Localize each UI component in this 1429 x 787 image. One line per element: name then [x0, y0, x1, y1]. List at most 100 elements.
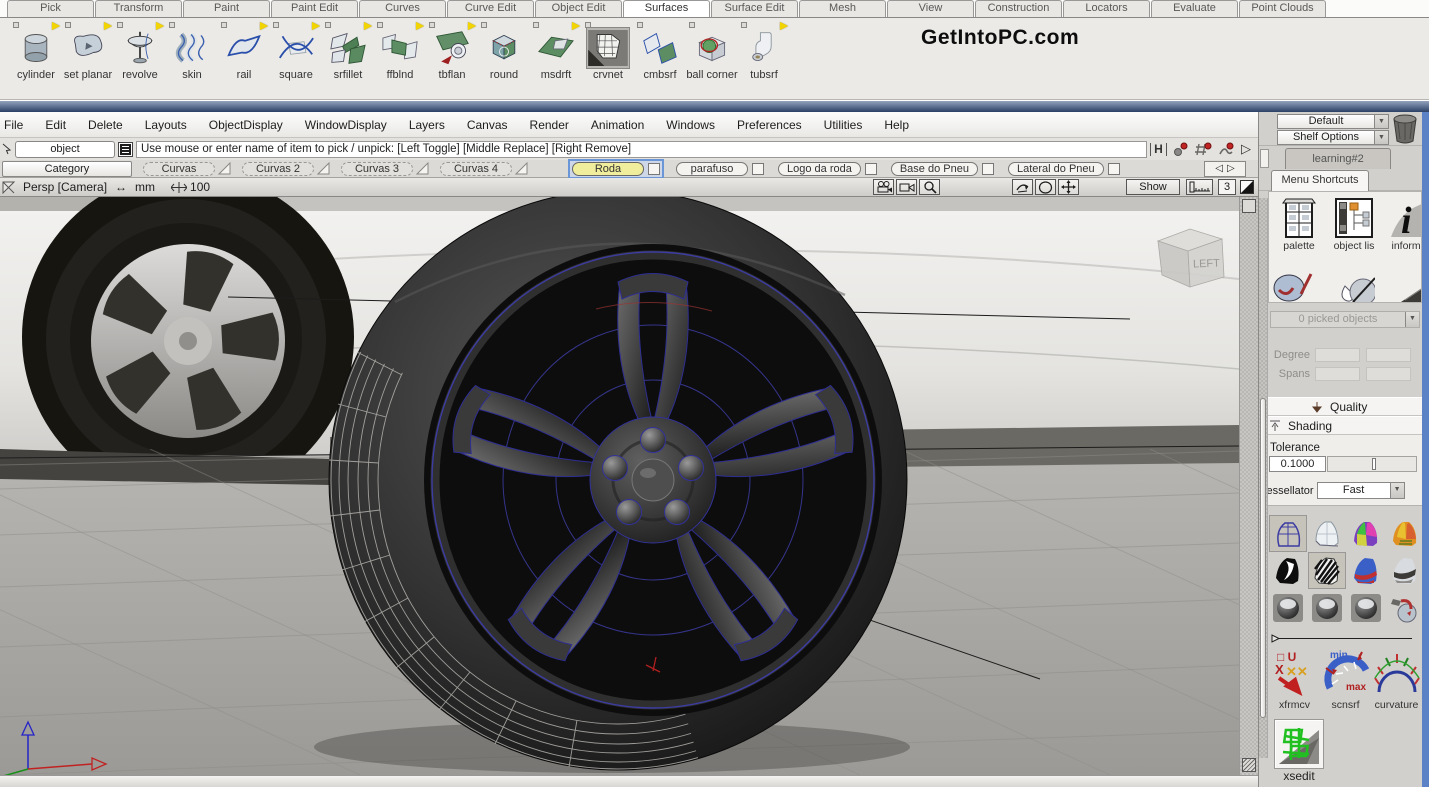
menu-windows[interactable]: Windows	[655, 118, 726, 132]
chevron-down-icon[interactable]: ▼	[1390, 483, 1404, 498]
layer-lateral-checkbox[interactable]	[1108, 163, 1120, 175]
menu-render[interactable]: Render	[519, 118, 580, 132]
layer-parafuso-checkbox[interactable]	[752, 163, 764, 175]
scnsrf-tool[interactable]: minmax scnsrf	[1320, 648, 1371, 711]
popup-arrow-icon[interactable]	[416, 22, 424, 30]
tumble-tool-icon[interactable]	[1012, 179, 1033, 195]
tool-tbflan[interactable]: tbflan	[426, 20, 478, 99]
shelf-set-select[interactable]: Default ▼	[1277, 114, 1389, 129]
panel-toggle-icon[interactable]	[1242, 199, 1256, 213]
tab-curves[interactable]: Curves	[359, 0, 446, 17]
tab-point-clouds[interactable]: Point Clouds	[1239, 0, 1326, 17]
layer-curvas-3[interactable]: Curvas 3	[341, 162, 413, 176]
tool-rail[interactable]: rail	[218, 20, 270, 99]
zebra-shade-icon[interactable]	[1309, 553, 1345, 588]
menu-animation[interactable]: Animation	[580, 118, 655, 132]
tab-curve-edit[interactable]: Curve Edit	[447, 0, 534, 17]
option-box-icon[interactable]	[117, 22, 123, 28]
tab-object-edit[interactable]: Object Edit	[535, 0, 622, 17]
tab-locators[interactable]: Locators	[1063, 0, 1150, 17]
spans-field-2[interactable]	[1366, 367, 1411, 381]
point-snap-icon[interactable]	[1170, 141, 1190, 158]
perspective-viewport[interactable]: LEFT	[0, 197, 1258, 775]
viewport-units[interactable]: mm	[135, 180, 155, 194]
tool-skin[interactable]: skin	[166, 20, 218, 99]
option-box-icon[interactable]	[637, 22, 643, 28]
shelf-options-select[interactable]: Shelf Options ▼	[1277, 130, 1389, 145]
tool-msdrft[interactable]: msdrft	[530, 20, 582, 99]
slider-thumb[interactable]	[1372, 458, 1376, 470]
tool-tubsrf[interactable]: tubsrf	[738, 20, 790, 99]
grid-snap-icon[interactable]	[1193, 141, 1213, 158]
tab-paint[interactable]: Paint	[183, 0, 270, 17]
tool-cmbsrf[interactable]: cmbsrf	[634, 20, 686, 99]
tab-surface-edit[interactable]: Surface Edit	[711, 0, 798, 17]
droplet-sphere-icon[interactable]	[1335, 258, 1375, 302]
degree-field-2[interactable]	[1366, 348, 1411, 362]
layer-lateral-do-pneu[interactable]: Lateral do Pneu	[1008, 162, 1104, 176]
layer-scroll-arrows[interactable]: ◁ ▷	[1204, 161, 1246, 177]
lasso-circle-icon[interactable]	[1035, 179, 1056, 195]
shading-section-header[interactable]: Shading	[1259, 416, 1422, 435]
menu-utilities[interactable]: Utilities	[813, 118, 874, 132]
sphere-check-icon[interactable]	[1273, 258, 1313, 302]
chevron-down-icon[interactable]: ▼	[1374, 131, 1388, 144]
tool-revolve[interactable]: revolve	[114, 20, 166, 99]
option-box-icon[interactable]	[65, 22, 71, 28]
tool-square[interactable]: square	[270, 20, 322, 99]
layer-curvas[interactable]: Curvas	[143, 162, 215, 176]
option-box-icon[interactable]	[377, 22, 383, 28]
tab-evaluate[interactable]: Evaluate	[1151, 0, 1238, 17]
option-box-icon[interactable]	[689, 22, 695, 28]
layer-curvas-4[interactable]: Curvas 4	[440, 162, 512, 176]
layer-scroll-prev-icon[interactable]: ◁	[1215, 163, 1223, 174]
popup-arrow-icon[interactable]	[104, 22, 112, 30]
menu-preferences[interactable]: Preferences	[726, 118, 813, 132]
option-box-icon[interactable]	[741, 22, 747, 28]
menu-objectdisplay[interactable]: ObjectDisplay	[198, 118, 294, 132]
option-box-icon[interactable]	[221, 22, 227, 28]
layer-scroll-next-icon[interactable]: ▷	[1227, 163, 1235, 174]
layer-logo-da-roda[interactable]: Logo da roda	[778, 162, 861, 176]
sphere-toggle-icon-2[interactable]	[1309, 590, 1345, 625]
layer-roda[interactable]: Roda	[572, 162, 644, 176]
picked-objects-bar[interactable]: 0 picked objects ▼	[1270, 311, 1420, 328]
menu-edit[interactable]: Edit	[34, 118, 77, 132]
option-box-icon[interactable]	[585, 22, 591, 28]
3d-viewport-scene[interactable]: LEFT	[0, 197, 1239, 775]
menu-file[interactable]: File	[0, 118, 34, 132]
tolerance-field[interactable]: 0.1000	[1269, 456, 1326, 472]
halftone-toggle-icon[interactable]	[1240, 180, 1254, 194]
curvature-shade-icon[interactable]	[1270, 553, 1306, 588]
popup-arrow-icon[interactable]	[260, 22, 268, 30]
layer-logo-checkbox[interactable]	[865, 163, 877, 175]
popup-arrow-icon[interactable]	[468, 22, 476, 30]
grid-size-value[interactable]: 100	[190, 180, 210, 194]
layer-symmetry-icon[interactable]	[218, 162, 231, 175]
camera-icon[interactable]	[873, 179, 894, 195]
resize-grip-icon[interactable]	[1242, 758, 1256, 772]
multicolor-shade-icon[interactable]	[1348, 516, 1384, 551]
menu-layers[interactable]: Layers	[398, 118, 456, 132]
wireframe-shade-icon[interactable]	[1270, 516, 1306, 551]
sphere-toggle-icon-3[interactable]	[1348, 590, 1384, 625]
sidebar-scrollbar[interactable]	[1259, 198, 1268, 758]
pan-move-icon[interactable]	[1058, 179, 1079, 195]
aa-level-button[interactable]: 3	[1218, 179, 1236, 195]
tab-paint-edit[interactable]: Paint Edit	[271, 0, 358, 17]
layer-base-do-pneu[interactable]: Base do Pneu	[891, 162, 978, 176]
degree-field-1[interactable]	[1315, 348, 1360, 362]
popup-arrow-icon[interactable]	[312, 22, 320, 30]
information-tool[interactable]: i informa	[1383, 196, 1422, 252]
tab-scroll-stub[interactable]	[1260, 149, 1269, 168]
scrollbar-thumb[interactable]	[1260, 398, 1266, 718]
tool-round[interactable]: round	[478, 20, 530, 99]
palette-tool[interactable]: palette	[1273, 196, 1325, 252]
quality-section-header[interactable]: Quality	[1259, 397, 1422, 416]
object-lister-tool[interactable]: object lis	[1328, 196, 1380, 252]
tab-mesh[interactable]: Mesh	[799, 0, 886, 17]
orange-multicolor-shade-icon[interactable]	[1387, 516, 1423, 551]
zoom-magnifier-icon[interactable]	[919, 179, 940, 195]
popup-arrow-icon[interactable]	[572, 22, 580, 30]
layer-symmetry-icon[interactable]	[416, 162, 429, 175]
